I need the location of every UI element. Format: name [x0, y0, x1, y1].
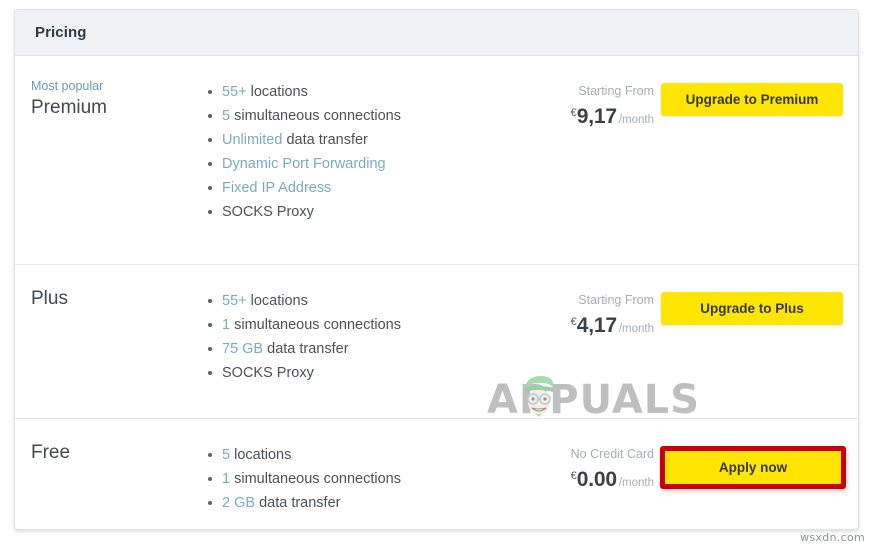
feature-highlight: Dynamic Port Forwarding — [222, 156, 386, 172]
feature-item: 1 simultaneous connections — [208, 313, 510, 337]
feature-text: data transfer — [282, 132, 368, 148]
pricing-panel: Pricing Most popular Premium 55+ locations… — [14, 9, 859, 530]
plans-container: Most popular Premium 55+ locations 5 simult… — [15, 56, 858, 528]
cta-button-premium[interactable]: Upgrade to Premium — [661, 83, 843, 116]
corner-source-label: wsxdn.com — [800, 531, 865, 544]
plan-title: Premium — [31, 97, 108, 118]
price-label: Starting From — [578, 293, 654, 307]
feature-highlight: 5 — [222, 447, 231, 463]
feature-text: locations — [230, 447, 292, 463]
price-value: €0.00/month — [510, 463, 654, 496]
price-amount: 9,17 — [576, 105, 617, 128]
plan-badge-most-popular: Most popular — [31, 79, 104, 93]
plan-name-column: Plus — [15, 287, 190, 311]
feature-text: simultaneous connections — [230, 108, 401, 124]
feature-text: locations — [246, 293, 308, 309]
feature-highlight: 2 GB — [222, 495, 256, 511]
plan-cta-column: Upgrade to Plus — [660, 287, 844, 325]
feature-text: SOCKS Proxy — [222, 365, 314, 381]
plan-name-column: Most popular Premium — [15, 78, 190, 120]
plan-price-column: Starting From €9,17/month — [510, 78, 660, 133]
feature-item: Fixed IP Address — [208, 176, 510, 200]
cta-highlight-annotation: Apply now — [660, 446, 846, 489]
feature-item: 75 GB data transfer — [208, 337, 510, 361]
price-period: /month — [618, 477, 654, 489]
price-period: /month — [618, 323, 654, 335]
feature-text: simultaneous connections — [230, 317, 401, 333]
feature-text: data transfer — [263, 341, 349, 357]
cta-button-free[interactable]: Apply now — [665, 451, 841, 484]
price-value: €4,17/month — [510, 309, 654, 342]
feature-highlight: 55+ — [222, 84, 247, 100]
feature-highlight: 1 — [222, 471, 231, 487]
feature-highlight: 1 — [222, 317, 231, 333]
price-label: No Credit Card — [570, 447, 654, 461]
feature-text: simultaneous connections — [230, 471, 401, 487]
feature-highlight: 75 GB — [222, 341, 264, 357]
price-amount: 0.00 — [576, 468, 617, 491]
plan-name-column: Free — [15, 441, 190, 465]
plan-features-column: 5 locations 1 simultaneous connections 2 G… — [190, 441, 510, 515]
feature-text: locations — [246, 84, 308, 100]
feature-item: 1 simultaneous connections — [208, 467, 510, 491]
plan-row-free: Free 5 locations 1 simultaneous connection… — [15, 418, 858, 528]
feature-list: 5 locations 1 simultaneous connections 2 G… — [190, 443, 510, 515]
feature-list: 55+ locations 5 simultaneous connections U… — [190, 80, 510, 224]
plan-title: Free — [31, 442, 71, 463]
feature-highlight: 5 — [222, 108, 231, 124]
feature-item: Dynamic Port Forwarding — [208, 152, 510, 176]
plan-row-plus: Plus 55+ locations 1 simultaneous connecti… — [15, 264, 858, 418]
feature-text: data transfer — [255, 495, 341, 511]
panel-header: Pricing — [15, 10, 858, 56]
plan-features-column: 55+ locations 5 simultaneous connections U… — [190, 78, 510, 224]
feature-item: SOCKS Proxy — [208, 200, 510, 224]
feature-text: SOCKS Proxy — [222, 204, 314, 220]
plan-price-column: Starting From €4,17/month — [510, 287, 660, 342]
feature-list: 55+ locations 1 simultaneous connections 7… — [190, 289, 510, 385]
feature-item: 55+ locations — [208, 289, 510, 313]
plan-cta-column: Apply now — [660, 441, 846, 489]
plan-features-column: 55+ locations 1 simultaneous connections 7… — [190, 287, 510, 385]
price-period: /month — [618, 114, 654, 126]
feature-item: SOCKS Proxy — [208, 361, 510, 385]
feature-item: 5 locations — [208, 443, 510, 467]
cta-button-plus[interactable]: Upgrade to Plus — [661, 292, 843, 325]
plan-title: Plus — [31, 288, 68, 309]
feature-highlight: 55+ — [222, 293, 247, 309]
feature-highlight: Unlimited — [222, 132, 283, 148]
feature-item: 2 GB data transfer — [208, 491, 510, 515]
plan-cta-column: Upgrade to Premium — [660, 78, 844, 116]
plan-row-premium: Most popular Premium 55+ locations 5 simult… — [15, 56, 858, 264]
page-title: Pricing — [35, 24, 87, 41]
feature-item: Unlimited data transfer — [208, 128, 510, 152]
price-amount: 4,17 — [576, 314, 617, 337]
plan-price-column: No Credit Card €0.00/month — [510, 441, 660, 496]
feature-item: 5 simultaneous connections — [208, 104, 510, 128]
price-value: €9,17/month — [510, 100, 654, 133]
feature-highlight: Fixed IP Address — [222, 180, 332, 196]
feature-item: 55+ locations — [208, 80, 510, 104]
price-label: Starting From — [578, 84, 654, 98]
